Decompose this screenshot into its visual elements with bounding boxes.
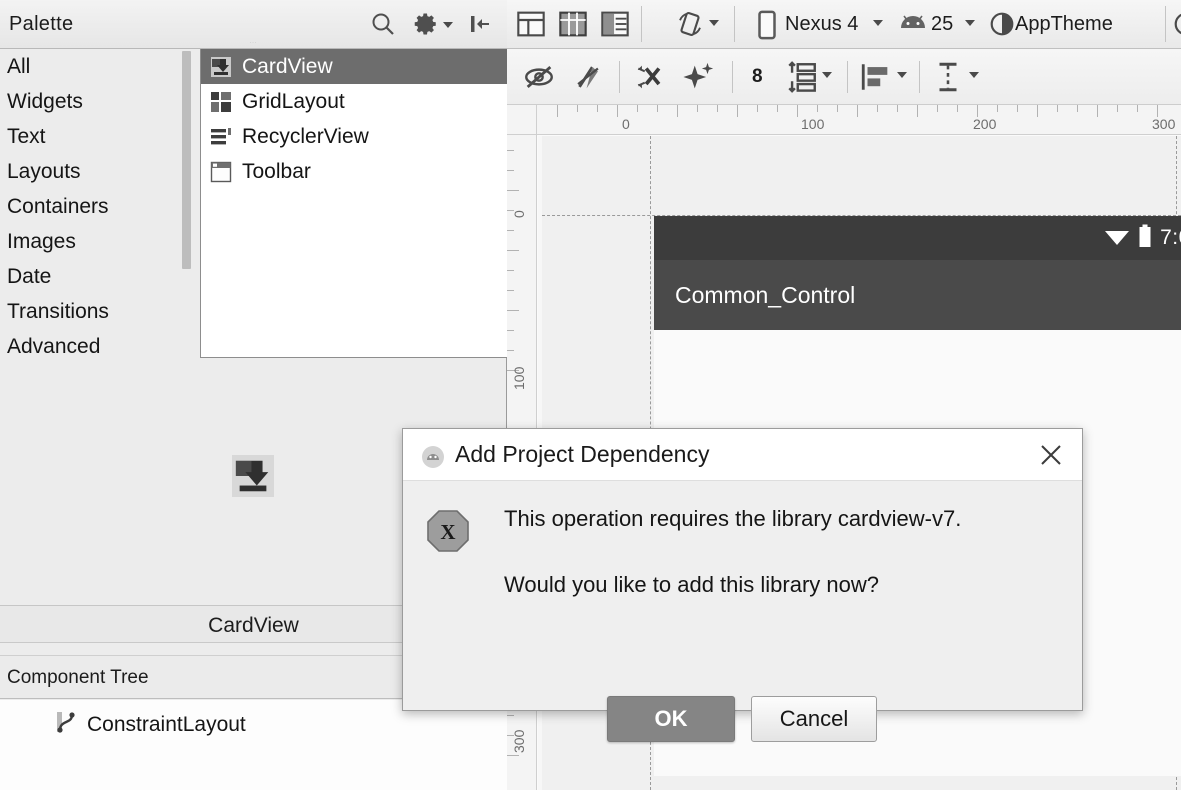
device-status-time: 7:00 — [1160, 226, 1181, 249]
app-bar-title: Common_Control — [675, 281, 856, 308]
ruler-label-v: 0 — [511, 210, 527, 218]
constraintlayout-icon — [56, 710, 78, 739]
close-icon[interactable] — [1038, 442, 1064, 473]
theme-selector-label[interactable]: AppTheme — [1015, 13, 1113, 36]
palette-category-list[interactable]: All Widgets Text Layouts Containers Imag… — [0, 49, 194, 359]
default-margin-value[interactable]: 8 — [752, 66, 763, 88]
pack-chevron-down-icon[interactable] — [822, 72, 832, 78]
ruler-label-h: 300 — [1152, 116, 1176, 132]
device-status-bar: 7:00 — [654, 216, 1181, 260]
dialog-message-line-1: This operation requires the library card… — [504, 506, 962, 531]
gridlayout-icon — [210, 91, 232, 113]
palette-category-item[interactable]: Containers — [0, 189, 194, 224]
pack-icon[interactable] — [785, 60, 819, 94]
palette-item-recyclerview[interactable]: RecyclerView — [201, 119, 507, 154]
palette-item-label: Toolbar — [242, 159, 311, 183]
palette-category-scroll-thumb[interactable] — [182, 51, 191, 269]
ok-button[interactable]: OK — [607, 696, 735, 742]
ruler-label-v: 300 — [511, 729, 527, 753]
cardview-icon — [210, 56, 232, 78]
ruler-origin-corner — [507, 105, 537, 135]
design-toolbar-secondary: 8 — [507, 49, 1181, 105]
dialog-body: X This operation requires the library ca… — [403, 481, 1082, 742]
tree-node-constraintlayout[interactable]: ConstraintLayout — [56, 710, 246, 739]
guidelines-chevron-down-icon[interactable] — [969, 72, 979, 78]
error-x-icon: X — [425, 508, 471, 559]
toolbar-icon — [210, 161, 232, 183]
palette-item-label: GridLayout — [242, 89, 345, 113]
palette-title: Palette — [9, 13, 74, 35]
cancel-button[interactable]: Cancel — [751, 696, 877, 742]
android-studio-icon — [421, 445, 445, 474]
hide-constraints-icon[interactable] — [522, 60, 556, 94]
palette-category-item[interactable]: Images — [0, 224, 194, 259]
ruler-label-v: 100 — [511, 366, 527, 390]
toolbar-separator — [619, 61, 620, 93]
device-app-bar: Common_Control — [654, 260, 1181, 330]
wifi-icon — [1104, 226, 1130, 251]
locale-icon[interactable] — [1173, 11, 1181, 37]
add-project-dependency-dialog[interactable]: Add Project Dependency X This operation … — [402, 428, 1083, 742]
design-blueprint-split-icon[interactable] — [599, 8, 631, 40]
ruler-label-h: 200 — [973, 116, 997, 132]
api-level-label[interactable]: 25 — [931, 13, 953, 36]
palette-category-item[interactable]: Text — [0, 119, 194, 154]
orientation-icon[interactable] — [675, 9, 705, 39]
toolbar-separator — [847, 61, 848, 93]
orientation-chevron-down-icon[interactable] — [709, 20, 719, 26]
palette-category-item[interactable]: Widgets — [0, 84, 194, 119]
battery-icon — [1138, 224, 1152, 253]
palette-category-item[interactable]: Layouts — [0, 154, 194, 189]
device-chevron-down-icon[interactable] — [873, 20, 883, 26]
palette-item-label: RecyclerView — [242, 124, 369, 148]
toolbar-separator — [1165, 6, 1166, 42]
cardview-drag-preview-icon — [232, 455, 274, 497]
palette-category-item[interactable]: Advanced — [0, 329, 194, 359]
dialog-message-line-2: Would you like to add this library now? — [504, 572, 880, 597]
svg-text:X: X — [440, 520, 455, 544]
toolbar-separator — [732, 61, 733, 93]
chevron-down-icon[interactable] — [443, 22, 453, 28]
ruler-label-h: 0 — [622, 116, 630, 132]
align-chevron-down-icon[interactable] — [897, 72, 907, 78]
palette-item-label: CardView — [242, 54, 333, 78]
design-view-icon[interactable] — [515, 8, 547, 40]
recyclerview-icon — [210, 126, 232, 148]
component-tree-title: Component Tree — [7, 667, 149, 688]
android-api-icon — [897, 14, 929, 34]
toolbar-separator — [641, 6, 642, 42]
design-toolbar-primary: Nexus 4 25 AppTheme — [507, 0, 1181, 49]
guidelines-icon[interactable] — [931, 60, 965, 94]
align-icon[interactable] — [859, 60, 893, 94]
toolbar-separator — [734, 6, 735, 42]
dialog-title: Add Project Dependency — [455, 441, 710, 467]
palette-category-item[interactable]: All — [0, 49, 194, 84]
horizontal-ruler: 0 100 200 300 — [507, 105, 1181, 135]
palette-selection-sublabel: … — [249, 36, 258, 45]
ruler-label-h: 100 — [801, 116, 825, 132]
palette-item-toolbar[interactable]: Toolbar — [201, 154, 507, 189]
clear-all-constraints-icon[interactable] — [632, 60, 666, 94]
palette-item-list[interactable]: CardView GridLayout RecyclerView Toolbar — [200, 49, 507, 358]
api-chevron-down-icon[interactable] — [965, 20, 975, 26]
theme-icon — [989, 11, 1015, 37]
component-tree-body[interactable]: ConstraintLayout — [0, 700, 507, 790]
device-phone-icon — [756, 10, 778, 40]
device-selector-label[interactable]: Nexus 4 — [785, 13, 858, 36]
infer-constraints-icon[interactable] — [682, 60, 716, 94]
palette-category-item[interactable]: Transitions — [0, 294, 194, 329]
blueprint-view-icon[interactable] — [557, 8, 589, 40]
tree-node-label: ConstraintLayout — [87, 712, 246, 736]
palette-item-cardview[interactable]: CardView — [201, 49, 507, 84]
autoconnect-icon[interactable] — [571, 60, 605, 94]
palette-item-gridlayout[interactable]: GridLayout — [201, 84, 507, 119]
toolbar-separator — [919, 61, 920, 93]
android-studio-layout-editor: Palette All Widgets Text Layouts Contain… — [0, 0, 1181, 790]
dialog-titlebar: Add Project Dependency — [403, 429, 1082, 481]
palette-category-item[interactable]: Date — [0, 259, 194, 294]
